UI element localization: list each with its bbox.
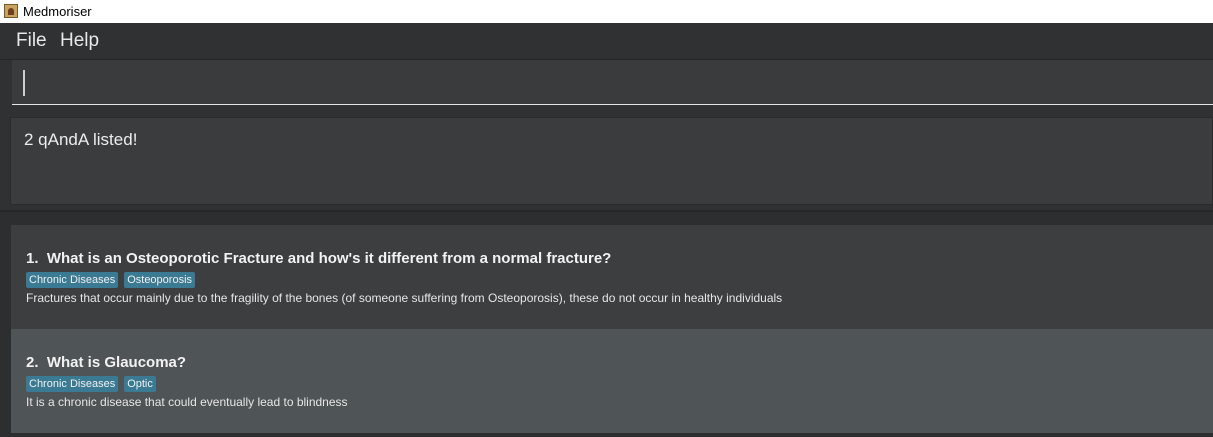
result-message: 2 qAndA listed! — [24, 130, 138, 149]
tag-list: Chronic Diseases Optic — [26, 376, 156, 392]
qanda-list[interactable]: 1. What is an Osteoporotic Fracture and … — [0, 210, 1213, 437]
qanda-question-line: 2. What is Glaucoma? — [26, 354, 186, 371]
result-panel: 2 qAndA listed! — [0, 112, 1213, 210]
menu-file[interactable]: File — [16, 31, 47, 51]
qanda-question: What is an Osteoporotic Fracture and how… — [46, 250, 612, 267]
tag-chip: Chronic Diseases — [26, 272, 119, 288]
qanda-index: 1. — [26, 250, 39, 267]
tag-chip: Chronic Diseases — [26, 376, 119, 392]
command-panel — [0, 60, 1213, 112]
tag-chip: Optic — [124, 376, 156, 392]
title-bar: Medmoriser — [0, 0, 1213, 23]
qanda-answer: Fractures that occur mainly due to the f… — [26, 291, 783, 305]
menu-help[interactable]: Help — [60, 31, 99, 51]
tag-chip: Osteoporosis — [124, 272, 196, 288]
menu-bar: File Help — [0, 23, 1213, 60]
tag-list: Chronic Diseases Osteoporosis — [26, 272, 196, 288]
command-input[interactable] — [12, 60, 1213, 105]
text-caret — [23, 70, 25, 96]
window-title: Medmoriser — [23, 4, 92, 19]
app-icon — [4, 4, 18, 18]
qanda-card[interactable]: 1. What is an Osteoporotic Fracture and … — [11, 225, 1213, 329]
qanda-answer: It is a chronic disease that could event… — [26, 395, 348, 409]
result-display: 2 qAndA listed! — [10, 117, 1213, 205]
qanda-index: 2. — [26, 354, 39, 371]
qanda-card-selected[interactable]: 2. What is Glaucoma? Chronic Diseases Op… — [11, 329, 1213, 433]
qanda-question-line: 1. What is an Osteoporotic Fracture and … — [26, 250, 611, 267]
qanda-question: What is Glaucoma? — [46, 354, 187, 371]
